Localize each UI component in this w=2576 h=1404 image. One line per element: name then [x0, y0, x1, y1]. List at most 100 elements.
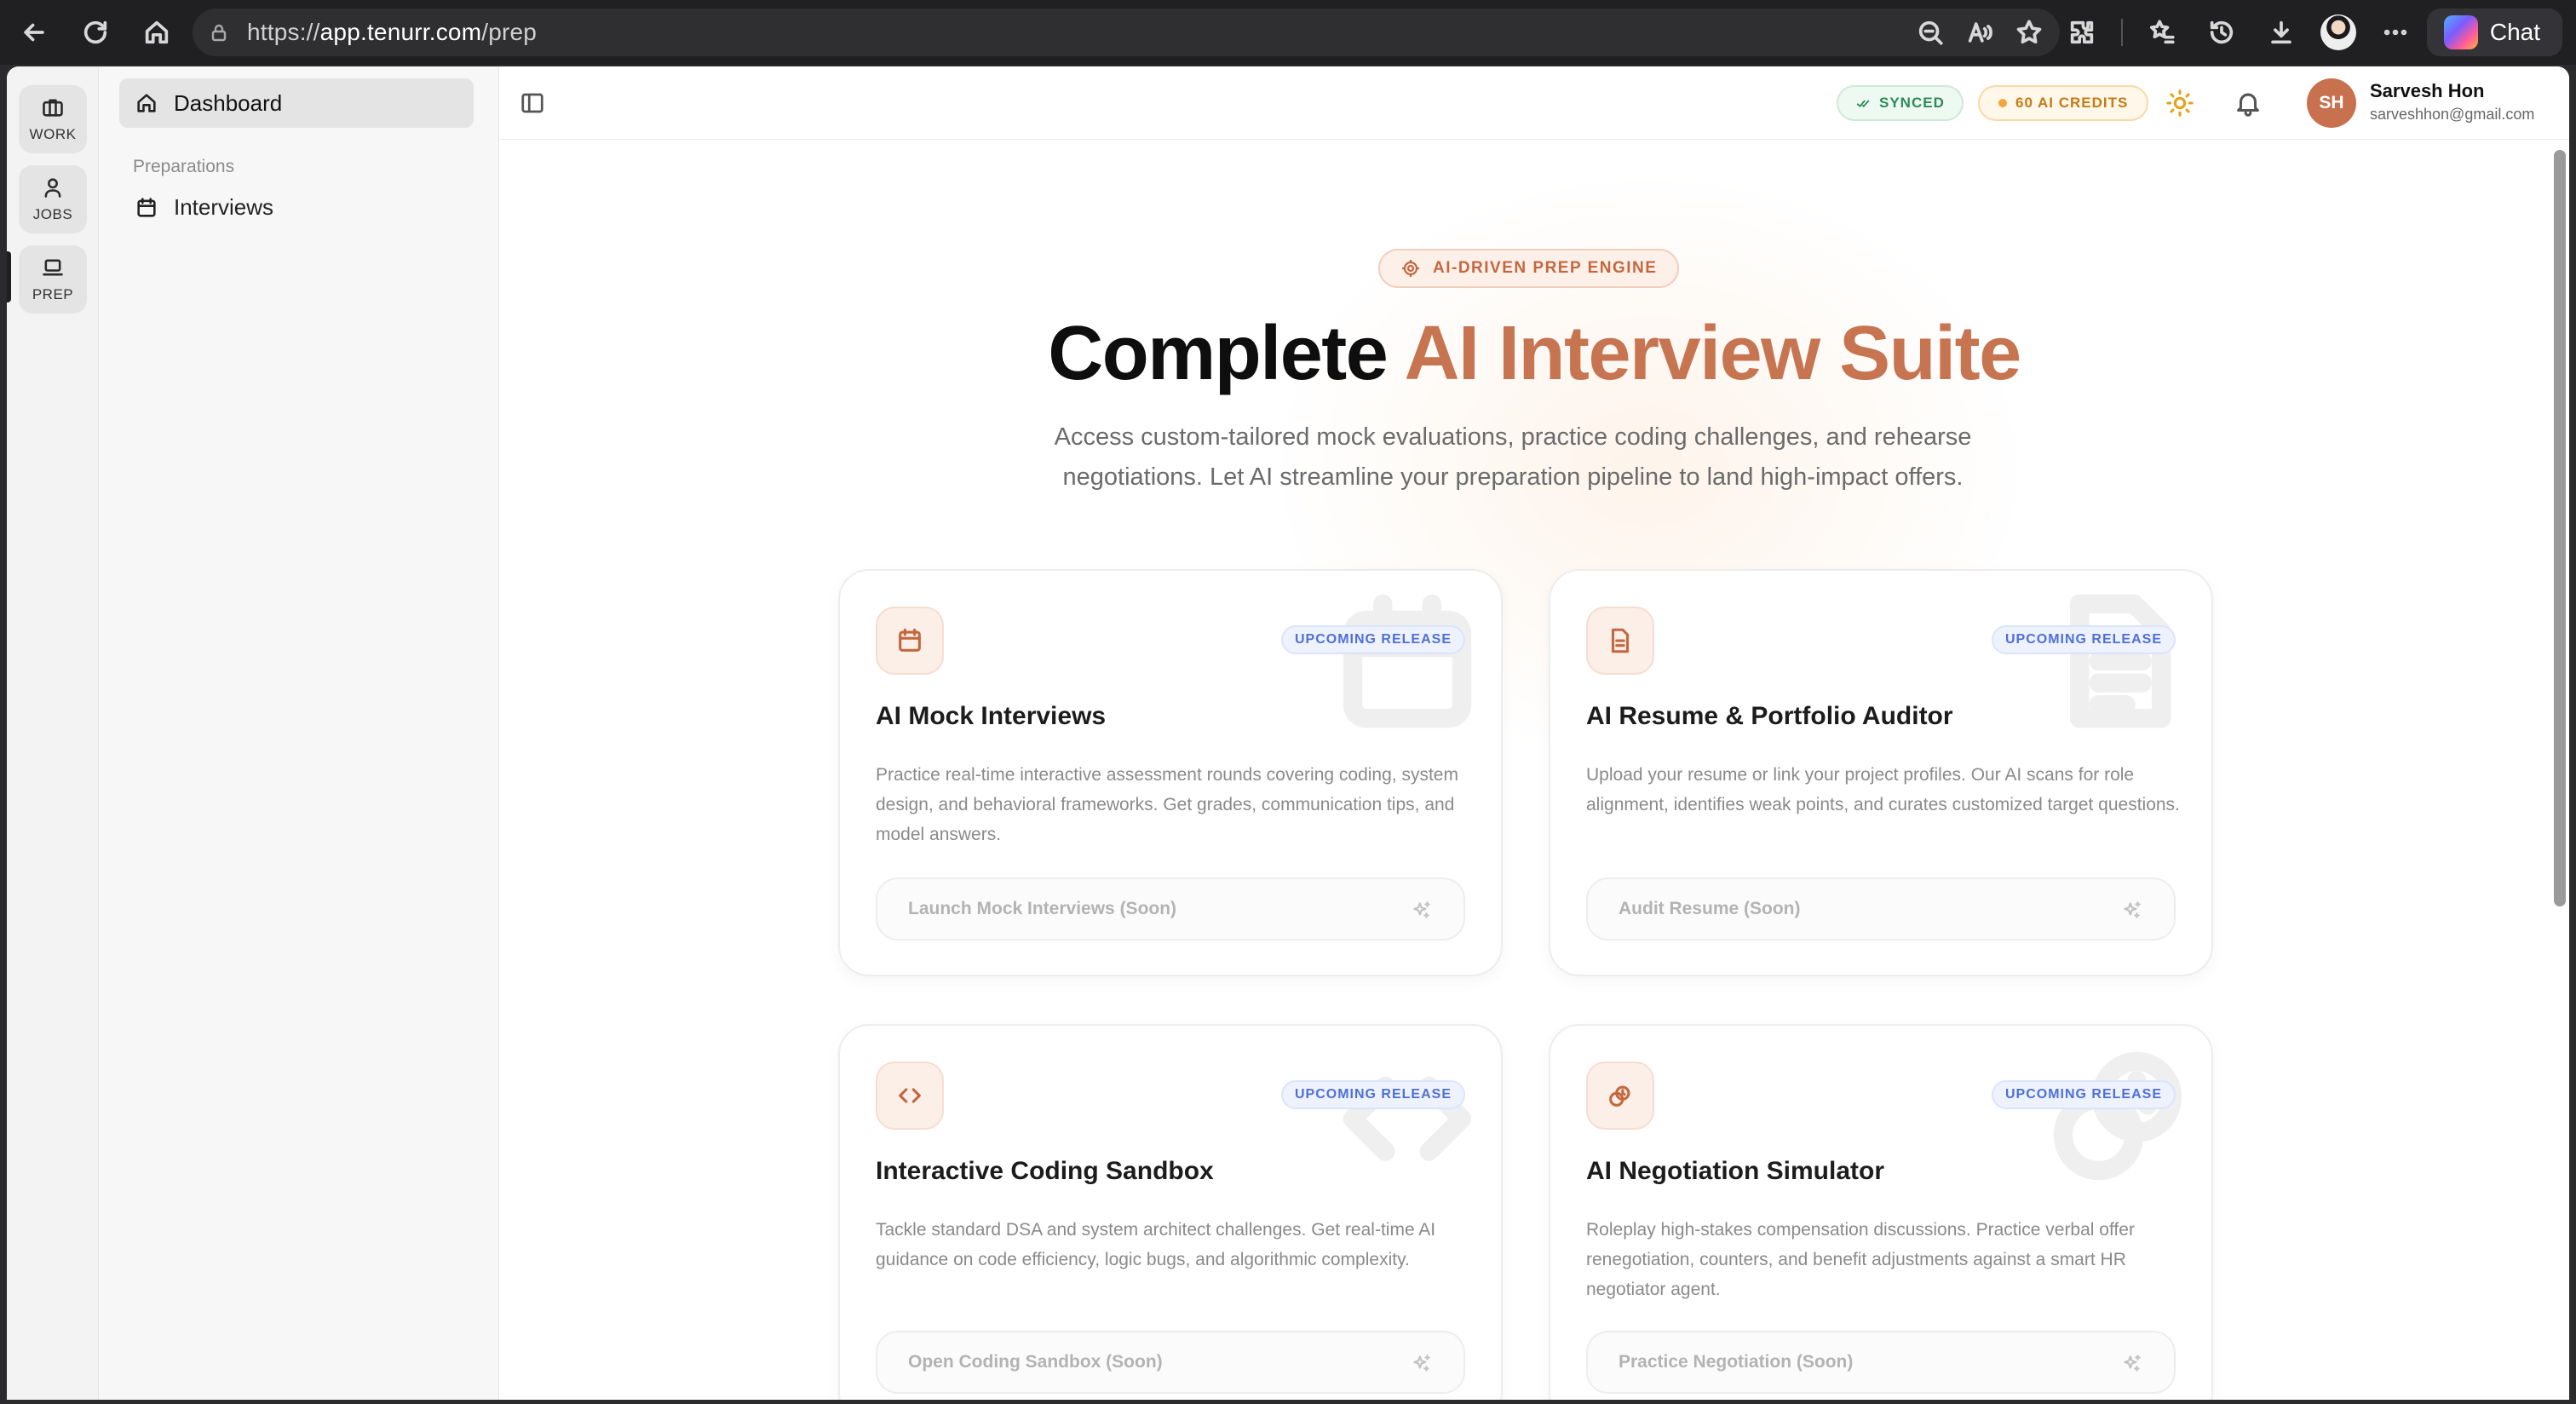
- history-icon[interactable]: [2201, 12, 2242, 53]
- audit-resume-button[interactable]: Audit Resume (Soon): [1586, 878, 2176, 941]
- top-bar: SYNCED 60 AI CREDITS SH Sarvesh Hon sarv…: [499, 66, 2569, 140]
- synced-label: SYNCED: [1879, 95, 1945, 111]
- handshake-icon: [1586, 1062, 1654, 1130]
- favorite-star-icon[interactable]: [2009, 12, 2050, 53]
- home-icon[interactable]: [136, 12, 177, 53]
- briefcase-icon: [43, 99, 63, 117]
- zoom-icon[interactable]: [1910, 12, 1951, 53]
- rail-label-jobs: JOBS: [32, 206, 73, 222]
- card-title: AI Negotiation Simulator: [1586, 1157, 1885, 1185]
- copilot-icon: [2443, 15, 2478, 49]
- theme-sun-icon[interactable]: [2165, 89, 2194, 118]
- sparkle-icon: [1413, 901, 1430, 918]
- read-aloud-icon[interactable]: [1959, 12, 2000, 53]
- card-ai-resume-auditor: UPCOMING RELEASE AI Resume & Portfolio A…: [1549, 569, 2213, 976]
- handshake-watermark-icon: [2050, 1048, 2186, 1184]
- credits-dot-icon: [1998, 99, 2007, 107]
- url-path: /prep: [481, 19, 538, 45]
- rail-active-indicator: [7, 251, 11, 302]
- calendar-icon: [137, 197, 156, 217]
- sidebar-section-label: Preparations: [133, 157, 235, 176]
- download-icon[interactable]: [2261, 12, 2302, 53]
- notification-bell-icon[interactable]: [2234, 89, 2263, 118]
- home-icon: [137, 94, 156, 112]
- rail-label-work: WORK: [29, 126, 77, 142]
- card-ai-negotiation-simulator: UPCOMING RELEASE AI Negotiation Simulato…: [1549, 1024, 2213, 1400]
- double-check-icon: [1856, 100, 1870, 108]
- card-title: AI Resume & Portfolio Auditor: [1586, 702, 1953, 730]
- calendar-icon: [876, 607, 944, 675]
- upcoming-release-badge: UPCOMING RELEASE: [1280, 1080, 1465, 1109]
- sidebar-item-label: Dashboard: [174, 89, 283, 116]
- reload-icon[interactable]: [75, 12, 116, 53]
- app-window: WORK JOBS PREP Dashboard Preparations In…: [7, 66, 2569, 1400]
- user-avatar[interactable]: SH: [2307, 78, 2356, 128]
- practice-negotiation-button[interactable]: Practice Negotiation (Soon): [1586, 1331, 2176, 1394]
- card-interactive-coding-sandbox: UPCOMING RELEASE Interactive Coding Sand…: [838, 1024, 1503, 1400]
- ai-credits-badge[interactable]: 60 AI CREDITS: [1978, 85, 2149, 121]
- document-icon: [1586, 607, 1654, 675]
- lock-icon[interactable]: [206, 20, 232, 45]
- browser-profile-avatar[interactable]: [2320, 14, 2356, 50]
- calendar-watermark-icon: [1339, 593, 1475, 729]
- card-button-label: Open Coding Sandbox (Soon): [908, 1352, 1163, 1372]
- title-plain: Complete: [1048, 311, 1405, 396]
- scrollbar[interactable]: [2554, 150, 2566, 906]
- rail-item-jobs[interactable]: JOBS: [19, 165, 87, 233]
- card-button-label: Practice Negotiation (Soon): [1619, 1352, 1854, 1372]
- page-subtitle: Access custom-tailored mock evaluations,…: [1054, 423, 1972, 491]
- url-scheme: https://: [247, 19, 320, 45]
- extensions-icon[interactable]: [2061, 12, 2102, 53]
- synced-badge: SYNCED: [1837, 85, 1964, 121]
- credits-label: 60 AI CREDITS: [2015, 95, 2129, 111]
- rail-label-prep: PREP: [32, 286, 74, 302]
- sidebar: Dashboard Preparations Interviews: [99, 66, 499, 1400]
- toolbar-divider: [2121, 19, 2123, 46]
- favorites-icon[interactable]: [2142, 12, 2182, 53]
- sparkle-icon: [1413, 1355, 1430, 1372]
- app-rail: WORK JOBS PREP: [7, 66, 99, 1400]
- main-content: SYNCED 60 AI CREDITS SH Sarvesh Hon sarv…: [499, 66, 2569, 1400]
- card-description: Practice real-time interactive assessmen…: [876, 765, 1458, 844]
- card-title: Interactive Coding Sandbox: [876, 1157, 1214, 1185]
- upcoming-release-badge: UPCOMING RELEASE: [1991, 1080, 2176, 1109]
- card-description: Roleplay high-stakes compensation discus…: [1586, 1220, 2135, 1299]
- copilot-chat-button[interactable]: Chat: [2426, 9, 2562, 56]
- back-icon[interactable]: [14, 12, 55, 53]
- launch-mock-interviews-button[interactable]: Launch Mock Interviews (Soon): [876, 878, 1465, 941]
- sidebar-item-dashboard[interactable]: Dashboard: [119, 78, 474, 128]
- sidebar-item-interviews[interactable]: Interviews: [135, 194, 273, 221]
- open-coding-sandbox-button[interactable]: Open Coding Sandbox (Soon): [876, 1331, 1465, 1394]
- rail-item-prep[interactable]: PREP: [19, 245, 87, 314]
- sparkle-icon: [2124, 901, 2141, 918]
- code-icon: [876, 1062, 944, 1130]
- target-icon: [1402, 260, 1419, 277]
- upcoming-release-badge: UPCOMING RELEASE: [1280, 625, 1465, 654]
- card-description: Tackle standard DSA and system architect…: [876, 1220, 1436, 1269]
- card-ai-mock-interviews: UPCOMING RELEASE AI Mock Interviews Prac…: [838, 569, 1503, 976]
- chat-label: Chat: [2489, 19, 2540, 45]
- sparkle-icon: [2124, 1355, 2141, 1372]
- card-button-label: Launch Mock Interviews (Soon): [908, 899, 1177, 918]
- title-accent: AI Interview Suite: [1404, 311, 2022, 396]
- card-title: AI Mock Interviews: [876, 702, 1107, 730]
- card-description: Upload your resume or link your project …: [1586, 765, 2180, 814]
- card-button-label: Audit Resume (Soon): [1619, 899, 1801, 918]
- browser-toolbar: https://app.tenurr.com/prep Chat: [0, 0, 2576, 65]
- url-host: app.tenurr.com: [319, 19, 482, 45]
- document-watermark-icon: [2050, 593, 2186, 729]
- page-title: Complete AI Interview Suite: [499, 310, 2569, 398]
- hero-badge-label: AI-DRIVEN PREP ENGINE: [1433, 259, 1658, 277]
- hero-badge: AI-DRIVEN PREP ENGINE: [1378, 249, 1680, 288]
- user-name[interactable]: Sarvesh Hon: [2370, 80, 2485, 102]
- rail-item-work[interactable]: WORK: [19, 85, 87, 153]
- more-options-icon[interactable]: [2375, 12, 2416, 53]
- url-text[interactable]: https://app.tenurr.com/prep: [247, 19, 537, 46]
- address-bar[interactable]: https://app.tenurr.com/prep: [193, 9, 2060, 56]
- code-watermark-icon: [1339, 1048, 1475, 1184]
- sidebar-item-label: Interviews: [174, 194, 274, 220]
- upcoming-release-badge: UPCOMING RELEASE: [1991, 625, 2176, 654]
- sidebar-toggle-icon[interactable]: [520, 90, 545, 116]
- user-icon: [44, 178, 61, 198]
- user-email: sarveshhon@gmail.com: [2370, 106, 2535, 123]
